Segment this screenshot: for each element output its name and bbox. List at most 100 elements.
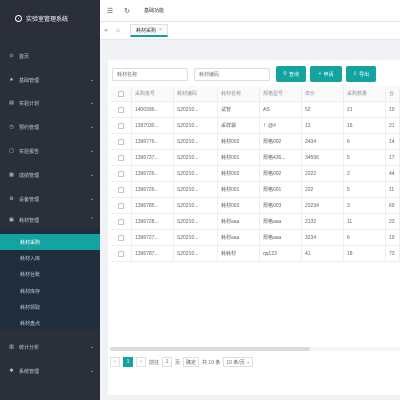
table-header-row: 采购批号 耗材编码 耗材名称 规格型号 单价 采购数量 合 [110,86,400,102]
table-cell: 34556 [302,150,344,165]
table-cell: qq123 [260,246,302,261]
sidebar-item-label: 预约管理 [19,124,40,131]
sidebar-item-label: 基础管理 [19,77,40,84]
sidebar-item-material[interactable]: ▣ 耗材管理 ⌃ [0,212,100,228]
table-cell: 规格001 [260,182,302,197]
sidebar-item-home[interactable]: ⊙ 首页 [0,48,100,64]
table-row[interactable]: 1400396... S20210... 试管 AS 52 21 10 [110,102,400,118]
submenu-item-receive[interactable]: 耗材领取 [0,299,100,315]
scrollbar-thumb[interactable] [110,347,310,351]
chevron-down-icon: ⌄ [89,77,94,83]
apply-button[interactable]: + 申请 [310,66,342,82]
submenu-item-stock[interactable]: 耗材库存 [0,283,100,299]
app-logo[interactable]: 实验室管理系统 [0,0,100,36]
sidebar-item-booking[interactable]: ◷ 预约管理 ⌄ [0,119,100,135]
prev-page-button[interactable]: ‹ [110,357,120,367]
sidebar-item-device[interactable]: ⚙ 设备管理 ⌄ [0,191,100,207]
page-size-select[interactable]: 10 条/页 ⌄ [223,357,254,367]
table-cell: 2 [344,166,386,181]
row-checkbox[interactable] [117,154,124,161]
row-checkbox[interactable] [117,138,124,145]
table-row[interactable]: 1396726... S20210... 耗材001 规格001 222 5 11 [110,182,400,198]
col-header[interactable]: 耗材编码 [174,86,218,101]
table-cell: S20210... [174,182,218,197]
close-icon[interactable]: × [159,27,162,33]
col-header[interactable]: 采购批号 [132,86,174,101]
goto-confirm-button[interactable]: 确定 [183,357,200,367]
table-cell: 规格003 [260,198,302,213]
page-size-value: 10 条/页 [226,359,245,366]
table-cell: ！@# [260,118,302,133]
col-header[interactable]: 合 [386,86,400,101]
row-checkbox[interactable] [117,122,124,129]
row-checkbox[interactable] [117,218,124,225]
material-name-input[interactable] [112,68,188,81]
sidebar-item-label: 系统管理 [19,368,40,375]
scroll-left-icon[interactable]: « [100,28,112,34]
row-checkbox[interactable] [117,234,124,241]
table-row[interactable]: 1396776... S20210... 耗材002 规格002 2434 6 14 [110,134,400,150]
menu-toggle-icon[interactable]: ☰ [103,7,117,15]
table-cell: 17 [386,150,400,165]
select-all-checkbox[interactable] [117,90,124,97]
tab-material-purchase[interactable]: 耗材采购 × [130,24,168,37]
sidebar-item-label: 成绩管理 [19,172,40,179]
next-page-button[interactable]: › [136,357,146,367]
table-row[interactable]: 1396787... S20210... 耗耗材 qq123 41 18 73 [110,246,400,262]
sidebar-item-basic[interactable]: ★ 基础管理 ⌄ [0,72,100,88]
export-icon: ⇩ [352,71,358,77]
button-label: 导出 [359,71,370,78]
row-checkbox[interactable] [117,202,124,209]
col-header[interactable]: 单价 [302,86,344,101]
query-button[interactable]: ⚲ 查询 [276,66,306,82]
page-suffix: 页 [175,359,181,366]
table-cell: 1396785... [132,198,174,213]
col-header[interactable]: 耗材名称 [218,86,260,101]
horizontal-scrollbar[interactable] [110,347,400,351]
table-row[interactable]: 1396737... S20210... 耗材001 规格436... 34556 5 17 [110,150,400,166]
refresh-icon[interactable]: ↻ [120,7,134,15]
table-row[interactable]: 1396727... S20210... 耗材aaa 规格aaa 3234 6 19 [110,230,400,246]
system-icon: ✱ [9,368,14,374]
plus-icon: + [318,71,322,77]
material-code-input[interactable] [194,68,270,81]
table-cell: 2222 [302,166,344,181]
table-cell: 1396726... [132,166,174,181]
sidebar-item-report[interactable]: ▢ 实验报告 ⌄ [0,143,100,159]
report-icon: ▢ [9,148,14,154]
search-icon: ⚲ [283,71,287,77]
row-checkbox[interactable] [117,106,124,113]
table-cell: 1400396... [132,102,174,117]
submenu-item-purchase[interactable]: 耗材采购 [0,234,100,250]
table-row[interactable]: 1397030... S20210... 采样袋 ！@# 12 16 21 [110,118,400,134]
home-tag-icon[interactable]: ⌂ [112,28,124,34]
table-row[interactable]: 1396728... S20210... 耗材aaa 规格aaa 2132 11 23 [110,214,400,230]
table-row[interactable]: 1396726... S20210... 耗材002 规格002 2222 2 44 [110,166,400,182]
table-cell: 6 [344,134,386,149]
sidebar-item-system[interactable]: ✱ 系统管理 ⌄ [0,363,100,379]
table-cell: 2132 [302,214,344,229]
sidebar-item-plan[interactable]: ▤ 实验计划 ⌄ [0,95,100,111]
goto-page-input[interactable]: 1 [162,357,173,367]
row-checkbox[interactable] [117,170,124,177]
col-header[interactable]: 规格型号 [260,86,302,101]
page-number[interactable]: 1 [123,357,133,367]
select-all-cell [110,86,132,101]
row-checkbox[interactable] [117,250,124,257]
table-cell: 耗材001 [218,182,260,197]
sidebar-item-stats[interactable]: ▥ 统计分析 ⌄ [0,339,100,355]
table-body: 1400396... S20210... 试管 AS 52 21 10 1397030... S… [110,102,400,262]
sidebar-item-grade[interactable]: ▦ 成绩管理 ⌄ [0,167,100,183]
chevron-down-icon: ⌄ [89,148,94,154]
export-button[interactable]: ⇩ 导出 [346,66,376,82]
home-icon: ⊙ [9,53,14,59]
table-row[interactable]: 1396785... S20210... 耗材003 规格003 23234 3 69 [110,198,400,214]
table-cell: 耗材aaa [218,214,260,229]
row-checkbox[interactable] [117,186,124,193]
col-header[interactable]: 采购数量 [344,86,386,101]
submenu-item-inbound[interactable]: 耗材入库 [0,250,100,266]
app-title: 实验室管理系统 [26,16,69,23]
table-cell: 耗材001 [218,150,260,165]
submenu-item-ledger[interactable]: 耗材台账 [0,266,100,282]
submenu-item-inventory[interactable]: 耗材盘点 [0,315,100,331]
